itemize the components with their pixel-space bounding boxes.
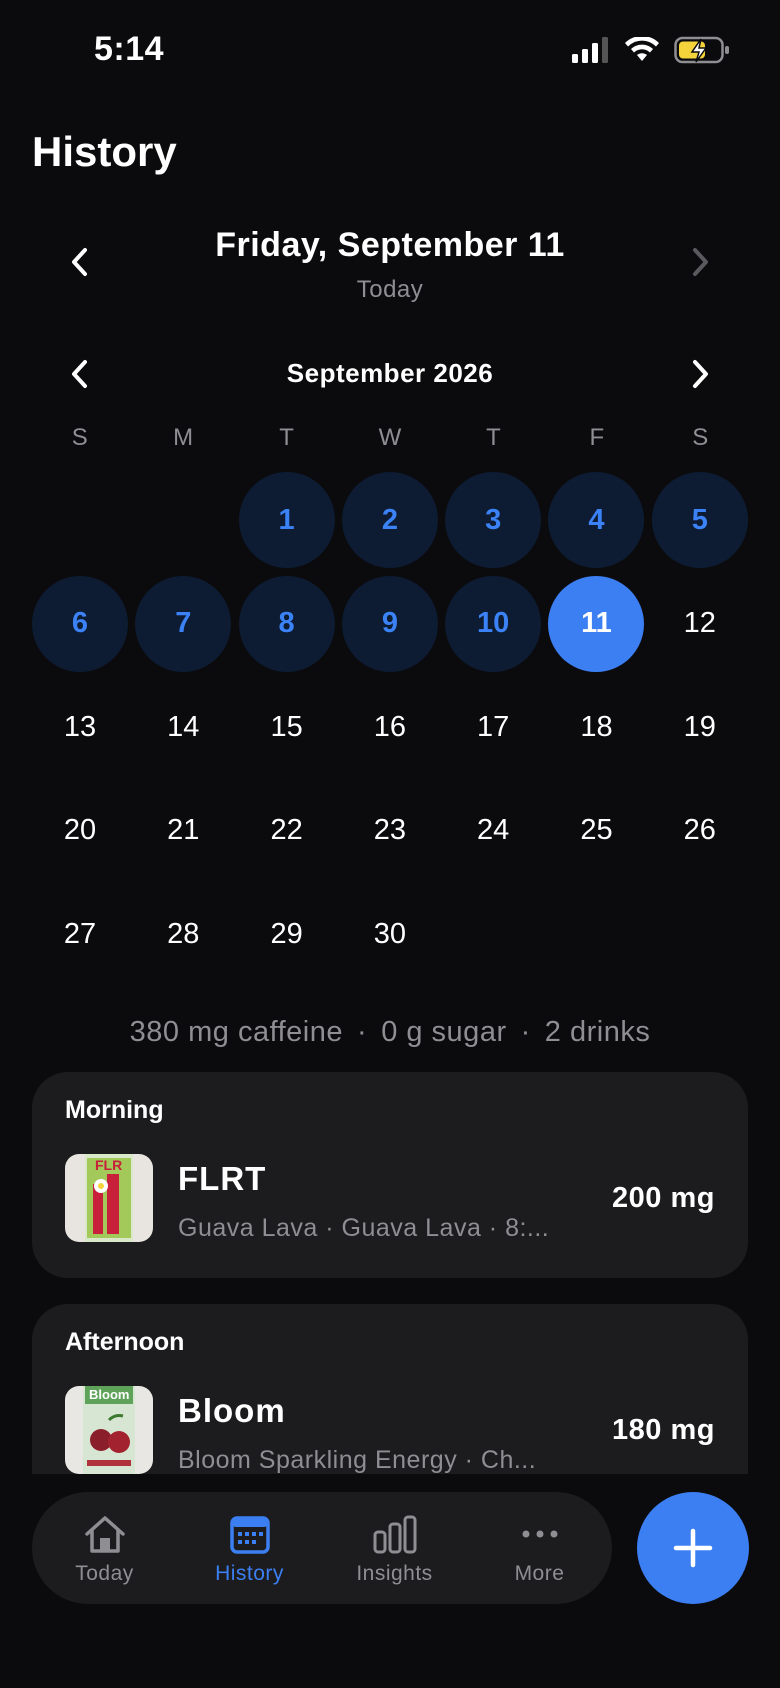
section-card-morning: Morning FLR FLRT Guava Lava · Guava Lava… <box>32 1072 748 1278</box>
calendar-day[interactable]: 21 <box>135 783 231 879</box>
calendar-day[interactable]: 10 <box>445 575 542 672</box>
tab-insights[interactable]: Insights <box>322 1492 467 1604</box>
plus-icon <box>673 1528 713 1568</box>
calendar-day[interactable]: 29 <box>239 886 335 982</box>
calendar-day[interactable]: 30 <box>342 886 438 982</box>
day-navigator: Friday, September 11 Today <box>0 220 780 310</box>
page-title: History <box>32 128 177 175</box>
calendar-day[interactable]: 2 <box>341 472 438 568</box>
next-month-button[interactable] <box>680 354 720 394</box>
calendar-day[interactable]: 28 <box>135 886 231 982</box>
calendar-day[interactable]: 25 <box>548 783 644 879</box>
weekday-label: T <box>279 424 294 451</box>
drink-detail: Guava Lava · Guava Lava · 8:... <box>178 1214 550 1242</box>
calendar-day-selected[interactable]: 11 <box>548 575 645 672</box>
calendar-blank-cell <box>135 472 231 568</box>
weekday-label: M <box>173 424 194 451</box>
calendar-day[interactable]: 8 <box>238 575 335 672</box>
selected-day-subtitle: Today <box>356 276 424 303</box>
svg-text:Bloom: Bloom <box>89 1387 129 1402</box>
calendar-day[interactable]: 26 <box>652 783 748 879</box>
status-time: 5:14 <box>94 30 165 68</box>
month-navigator: September 2026 <box>0 354 780 394</box>
weekday-label: T <box>486 424 501 451</box>
calendar-day[interactable]: 20 <box>32 783 128 879</box>
weekday-label: W <box>378 424 402 451</box>
calendar-day[interactable]: 24 <box>445 783 541 879</box>
tab-more[interactable]: More <box>467 1492 612 1604</box>
calendar-day[interactable]: 19 <box>652 679 748 775</box>
calendar-blank-cell <box>32 472 128 568</box>
calendar-grid: 1 2 3 4 5 6 7 8 9 10 11 12 13 14 15 16 17 18 19 20 21 22 23 24 2… <box>32 472 748 982</box>
chevron-right-icon <box>693 248 708 276</box>
caffeine-amount: 180 mg <box>612 1414 715 1446</box>
sugar-total: 0 g sugar <box>381 1016 507 1048</box>
bloom-can-thumbnail: Bloom <box>65 1386 153 1474</box>
calendar-day[interactable]: 6 <box>32 575 128 672</box>
month-title: September 2026 <box>286 358 494 388</box>
calendar-day[interactable]: 13 <box>32 679 128 775</box>
drink-count: 2 drinks <box>544 1016 651 1048</box>
calendar-day[interactable]: 16 <box>342 679 438 775</box>
tab-label: History <box>215 1562 284 1585</box>
summary-separator: · <box>357 1016 368 1048</box>
calendar-day[interactable]: 5 <box>651 472 748 568</box>
ellipsis-icon <box>522 1530 557 1538</box>
calendar-day[interactable]: 18 <box>548 679 644 775</box>
calendar-day[interactable]: 15 <box>239 679 335 775</box>
svg-text:FLR: FLR <box>95 1157 122 1173</box>
calendar-day[interactable]: 17 <box>445 679 541 775</box>
caffeine-total: 380 mg caffeine <box>129 1016 344 1048</box>
drink-entry[interactable]: FLR FLRT Guava Lava · Guava Lava · 8:...… <box>65 1154 715 1242</box>
drink-name: FLRT <box>178 1160 267 1197</box>
cellular-signal-icon <box>572 37 610 68</box>
weekday-label: S <box>692 424 709 451</box>
drink-detail: Bloom Sparkling Energy · Ch... <box>178 1446 537 1474</box>
weekday-label: S <box>71 424 88 451</box>
wifi-icon <box>624 35 660 68</box>
tab-label: More <box>514 1562 565 1585</box>
calendar-icon <box>229 1516 270 1554</box>
calendar-day[interactable]: 7 <box>135 575 232 672</box>
selected-day-title: Friday, September 11 <box>215 226 565 264</box>
next-day-button[interactable] <box>680 242 720 282</box>
weekday-label: F <box>589 424 605 451</box>
tab-label: Today <box>75 1562 134 1585</box>
calendar-day[interactable]: 27 <box>32 886 128 982</box>
drink-entry[interactable]: Bloom Bloom Bloom Sparkling Energy · Ch.… <box>65 1386 715 1474</box>
calendar-day[interactable]: 14 <box>135 679 231 775</box>
calendar-day[interactable]: 12 <box>652 576 748 672</box>
tab-bar: Today History Insights More <box>32 1492 612 1604</box>
bar-chart-icon <box>373 1515 416 1554</box>
calendar-day[interactable]: 23 <box>342 783 438 879</box>
section-title: Afternoon <box>65 1328 185 1356</box>
calendar-day[interactable]: 3 <box>445 472 542 568</box>
tab-history[interactable]: History <box>177 1492 322 1604</box>
status-bar: 5:14 <box>0 0 780 100</box>
add-drink-button[interactable] <box>637 1492 749 1604</box>
summary-separator: · <box>520 1016 531 1048</box>
weekday-header: S M T W T F S <box>28 424 752 452</box>
section-title: Morning <box>65 1096 164 1124</box>
calendar-day[interactable]: 22 <box>239 783 335 879</box>
home-icon <box>84 1516 125 1553</box>
caffeine-amount: 200 mg <box>612 1182 715 1214</box>
tab-today[interactable]: Today <box>32 1492 177 1604</box>
battery-charging-icon <box>674 36 730 69</box>
calendar-day[interactable]: 1 <box>238 472 335 568</box>
calendar-day[interactable]: 4 <box>548 472 645 568</box>
tab-label: Insights <box>356 1562 433 1585</box>
flrt-can-thumbnail: FLR <box>65 1154 153 1242</box>
chevron-right-icon <box>693 360 708 388</box>
calendar-day[interactable]: 9 <box>341 575 438 672</box>
status-icons <box>572 35 730 69</box>
daily-summary: 380 mg caffeine · 0 g sugar · 2 drinks <box>0 1016 780 1049</box>
drink-name: Bloom <box>178 1392 286 1429</box>
